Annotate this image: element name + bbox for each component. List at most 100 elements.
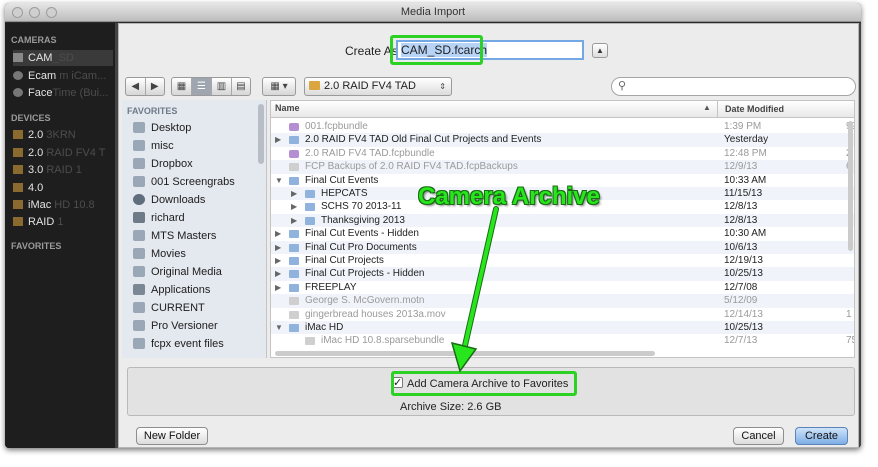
file-row[interactable]: ▶ Final Cut Projects - Hidden 10/25/13 (271, 267, 854, 281)
device-item[interactable]: 4.0 (13, 180, 113, 196)
archive-size-text: Archive Size: 2.6 GB (400, 401, 502, 413)
sidebar-item-original-media[interactable]: Original Media (133, 263, 222, 281)
webcam-icon (13, 71, 23, 80)
folder-icon (305, 203, 315, 212)
sidebar-item-movies[interactable]: Movies (133, 245, 186, 263)
file-row[interactable]: FCP Backups of 2.0 RAID FV4 TAD.fcpBacku… (271, 160, 854, 174)
import-sources-pane: CAMERAS CAM_SD Ecam m iCam... FaceTime (… (5, 23, 115, 448)
disclosure-collapsed-icon[interactable]: ▶ (275, 254, 281, 267)
disclosure-collapsed-icon[interactable]: ▶ (275, 227, 281, 240)
device-item[interactable]: 3.0 RAID 1 (13, 162, 113, 178)
folder-icon (305, 190, 315, 198)
file-row[interactable]: ▶ Final Cut Projects 12/19/13 (271, 254, 854, 267)
close-window-icon[interactable] (12, 7, 23, 18)
file-row[interactable]: George S. McGovern.motn 5/12/09 (271, 294, 854, 308)
file-row[interactable]: ▶ Final Cut Pro Documents 10/6/13 (271, 240, 854, 254)
back-button[interactable]: ◀ (126, 78, 146, 95)
file-row[interactable]: ▶ FREEPLAY 12/7/08 (271, 281, 854, 294)
camera-item[interactable]: FaceTime (Bui... (13, 85, 113, 101)
drive-icon (13, 148, 23, 157)
file-list-vertical-scrollbar[interactable] (848, 121, 853, 251)
device-item[interactable]: RAID 1 (13, 214, 113, 230)
doc-icon (305, 337, 315, 346)
disclosure-collapsed-icon[interactable]: ▶ (275, 281, 281, 294)
disclosure-collapsed-icon[interactable]: ▶ (275, 267, 281, 280)
disclosure-collapsed-icon[interactable]: ▶ (291, 214, 297, 227)
folder-icon (133, 302, 145, 313)
disclosure-collapsed-icon[interactable]: ▶ (275, 133, 281, 146)
sidebar-item-001-screengrabs[interactable]: 001 Screengrabs (133, 173, 235, 191)
file-date: 5/12/09 (724, 295, 758, 307)
cancel-button[interactable]: Cancel (733, 427, 784, 445)
file-row[interactable]: ▶ 2.0 RAID FV4 TAD Old Final Cut Projects… (271, 133, 854, 147)
file-date: 10/25/13 (724, 322, 763, 333)
expand-dialog-button[interactable]: ▲ (592, 43, 608, 58)
device-item[interactable]: iMac HD 10.8 (13, 197, 113, 213)
coverflow-view-button[interactable]: ▤ (232, 78, 250, 95)
sidebar-item-pro-versioner[interactable]: Pro Versioner (133, 317, 218, 335)
file-row[interactable]: iMac HD 10.8.sparsebundle 12/7/13 753 (271, 334, 854, 347)
file-date: 1:39 PM (724, 121, 762, 132)
drive-folder-icon (309, 81, 320, 90)
column-view-button[interactable]: ▥ (212, 78, 232, 95)
file-name: Final Cut Pro Documents (305, 241, 417, 253)
sidebar-item-mts-masters[interactable]: MTS Masters (133, 227, 216, 245)
file-row[interactable]: gingerbread houses 2013a.mov 12/14/13 1 (271, 308, 854, 321)
device-item[interactable]: 2.0 RAID FV4 T (13, 145, 113, 161)
disclosure-collapsed-icon[interactable]: ▶ (275, 241, 281, 254)
sidebar-item-current[interactable]: CURRENT (133, 299, 205, 317)
file-date: 12:48 PM (724, 147, 767, 159)
folder-icon (133, 230, 145, 241)
sidebar-item-fcpx-event-files[interactable]: fcpx event files (133, 335, 224, 353)
list-view-button[interactable]: ☰ (192, 78, 212, 95)
sidebar-item-richard[interactable]: richard (133, 209, 185, 227)
create-button[interactable]: Create (795, 427, 848, 445)
drive-icon (13, 200, 23, 209)
file-date: 12/9/13 (724, 161, 758, 173)
sidebar-item-desktop[interactable]: Desktop (133, 119, 191, 137)
file-name: SCHS 70 2013-11 (321, 201, 402, 213)
doc-icon (289, 310, 299, 319)
folder-icon (289, 257, 299, 265)
file-date: 12/8/13 (724, 214, 758, 226)
file-date: Yesterday (724, 134, 769, 146)
sidebar-item-downloads[interactable]: Downloads (133, 191, 205, 209)
disclosure-expanded-icon[interactable]: ▼ (275, 174, 283, 187)
location-popup[interactable]: 2.0 RAID FV4 TAD ⇕ (304, 77, 452, 96)
disclosure-expanded-icon[interactable]: ▼ (275, 321, 283, 334)
file-name: FCP Backups of 2.0 RAID FV4 TAD.fcpBacku… (305, 161, 518, 173)
folder-icon (289, 230, 299, 239)
search-input[interactable]: ⚲ (611, 77, 856, 96)
date-modified-column-header[interactable]: Date Modified (717, 101, 852, 118)
file-row[interactable]: 001.fcpbundle1:39 PM99 (271, 120, 854, 133)
file-row[interactable]: ▶ Thanksgiving 2013 12/8/13 (271, 213, 854, 228)
favorites-header: FAVORITES (11, 241, 62, 251)
folder-icon (133, 266, 145, 277)
sidebar-item-misc[interactable]: misc (133, 137, 174, 155)
sidebar-scrollbar[interactable] (258, 104, 264, 164)
folder-icon (133, 140, 145, 151)
folder-icon (289, 136, 299, 145)
minimize-window-icon[interactable] (29, 7, 40, 18)
camera-item[interactable]: Ecam m iCam... (13, 68, 113, 84)
new-folder-button[interactable]: New Folder (136, 427, 208, 445)
file-date: 12/7/08 (724, 281, 758, 293)
zoom-window-icon[interactable] (46, 7, 57, 18)
drive-icon (13, 217, 23, 226)
forward-button[interactable]: ▶ (146, 78, 165, 95)
device-item[interactable]: 2.0 3KRN (13, 127, 113, 143)
camera-item[interactable]: CAM_SD (13, 50, 113, 66)
file-row[interactable]: ▼ iMac HD 10/25/13 (271, 321, 854, 335)
arrange-button[interactable]: ▦ ▾ (263, 78, 295, 95)
file-row[interactable]: 2.0 RAID FV4 TAD.fcpbundle12:48 PM2 (271, 147, 854, 160)
sidebar-item-dropbox[interactable]: Dropbox (133, 155, 193, 173)
sidebar-item-applications[interactable]: Applications (133, 281, 210, 299)
file-date: 11/15/13 (724, 188, 763, 199)
file-row[interactable]: ▶ Final Cut Events - Hidden 10:30 AM (271, 227, 854, 240)
file-size: 1 (846, 308, 852, 320)
disclosure-collapsed-icon[interactable]: ▶ (291, 200, 297, 213)
disclosure-collapsed-icon[interactable]: ▶ (291, 187, 297, 200)
name-column-header[interactable]: Name (275, 103, 300, 113)
arrange-control: ▦ ▾ (262, 77, 296, 96)
icon-view-button[interactable]: ▦ (172, 78, 192, 95)
